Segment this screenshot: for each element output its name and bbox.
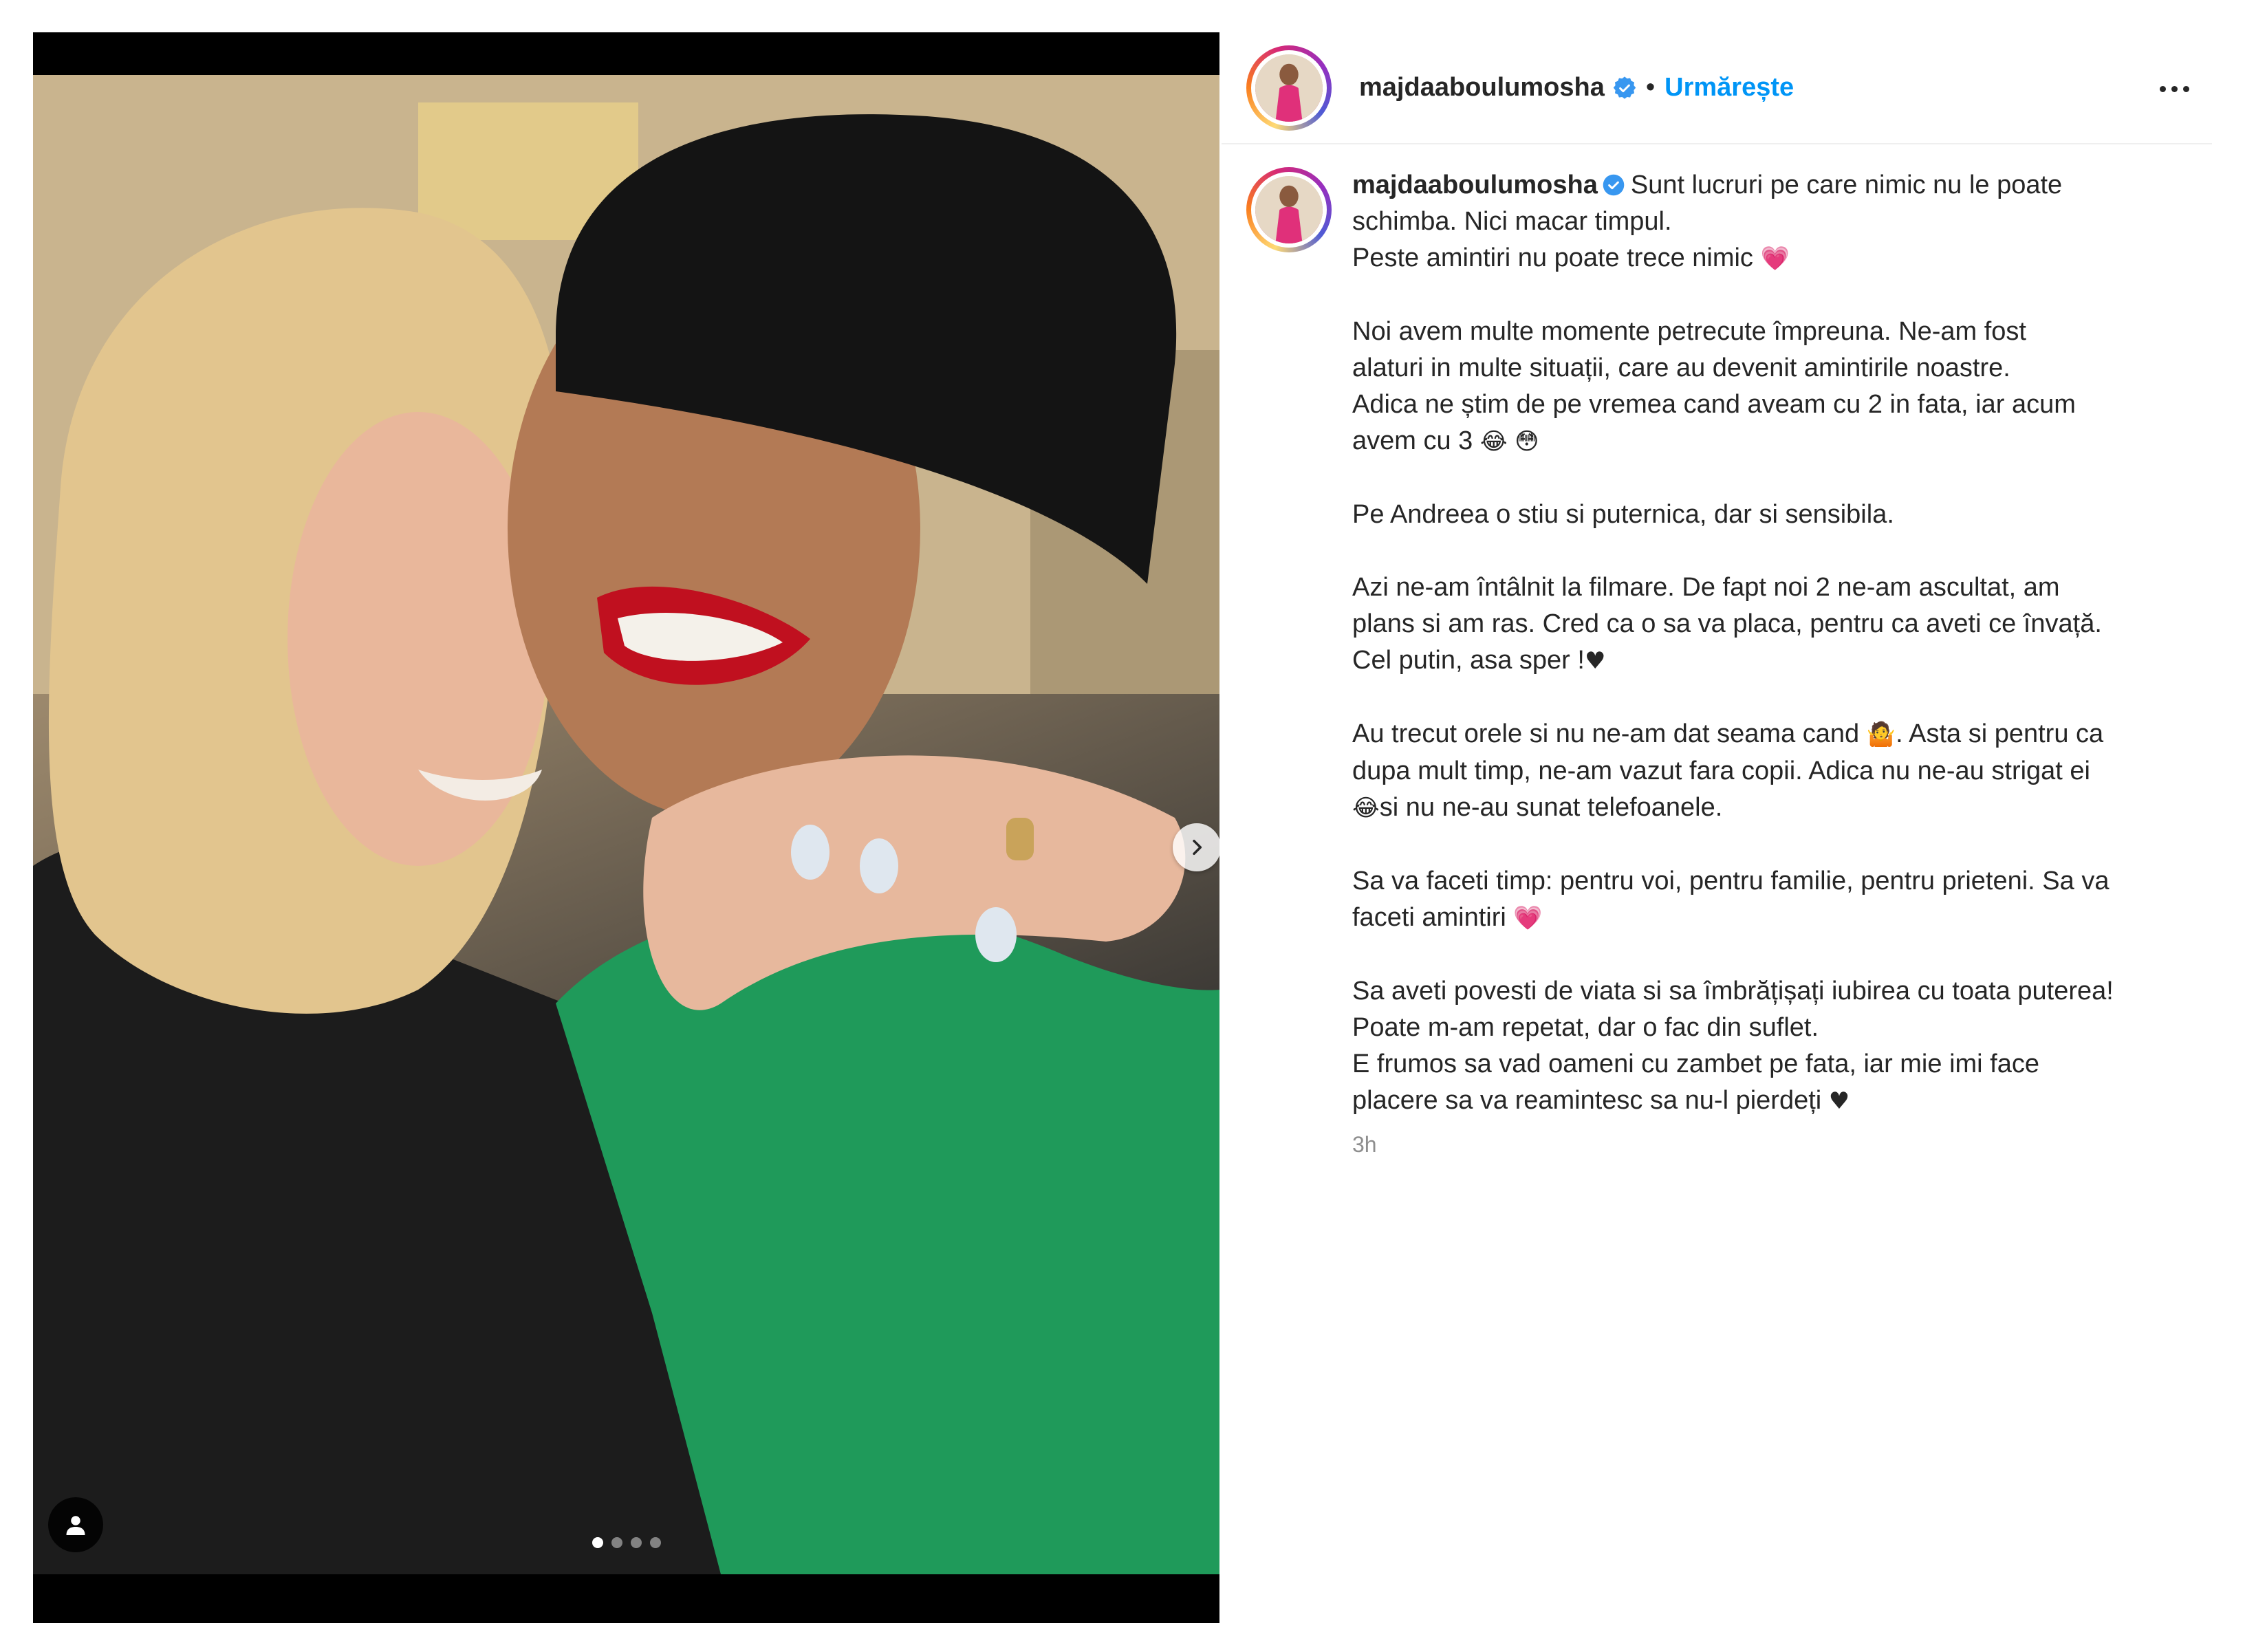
caption-line: Adica ne știm de pe vremea cand aveam cu… xyxy=(1352,390,2076,419)
avatar-image xyxy=(1255,176,1323,243)
chevron-right-icon xyxy=(1193,839,1202,856)
caption-text-span: Peste amintiri nu poate trece nimic xyxy=(1352,243,1753,272)
post-header: majdaaboulumosha • Urmărește xyxy=(1222,32,2212,144)
caption-line: alaturi in multe situații, care au deven… xyxy=(1352,354,2010,382)
post-media xyxy=(33,32,1219,1623)
caption-line: Peste amintiri nu poate trece nimic 💗 xyxy=(1352,240,2191,277)
post-timestamp[interactable]: 3h xyxy=(1352,1127,2191,1163)
more-options-icon-dot xyxy=(2171,85,2178,92)
avatar-image xyxy=(1255,54,1323,122)
photo-illustration xyxy=(33,75,1219,1574)
caption-text-span: placere sa va reamintesc sa nu-l pierdeț… xyxy=(1352,1086,1822,1115)
verified-badge-icon xyxy=(1603,174,1625,196)
caption-text-span: Au trecut orele si nu ne-am dat seama ca… xyxy=(1352,719,1860,748)
caption-username-link[interactable]: majdaaboulumosha xyxy=(1352,171,1598,199)
avatar-border xyxy=(1251,50,1327,126)
caption-line: majdaaboulumosha Sunt lucruri pe care nim… xyxy=(1352,167,2191,204)
header-username-link[interactable]: majdaaboulumosha xyxy=(1359,73,1605,102)
avatar-illustration xyxy=(1255,54,1323,122)
carousel-indicator xyxy=(33,1537,1219,1548)
verified-badge-icon xyxy=(1613,76,1636,99)
avatar-border xyxy=(1251,172,1327,248)
carousel-dot xyxy=(611,1537,622,1548)
more-options-icon xyxy=(2159,85,2166,92)
caption: majdaaboulumosha Sunt lucruri pe care nim… xyxy=(1246,167,2195,1163)
avatar-illustration xyxy=(1255,176,1323,243)
flushed-emoji: 😳 xyxy=(1515,428,1539,455)
caption-line: dupa mult timp, ne-am vazut fara copii. … xyxy=(1352,757,2090,785)
black-heart-emoji: ♥ xyxy=(1828,1087,1850,1115)
caption-line: Poate m-am repetat, dar o fac din suflet… xyxy=(1352,1013,1819,1042)
more-options-icon-dot xyxy=(2182,85,2189,92)
carousel-dot xyxy=(592,1537,603,1548)
caption-line: Cel putin, asa sper !♥ xyxy=(1352,642,2191,680)
more-options-button[interactable] xyxy=(2150,68,2198,109)
caption-line: Noi avem multe momente petrecute împreun… xyxy=(1352,317,2026,346)
post-photo[interactable] xyxy=(33,75,1219,1574)
caption-text-span: . Asta si pentru ca xyxy=(1896,719,2104,748)
caption-text-span: Cel putin, asa sper ! xyxy=(1352,646,1585,675)
follow-button[interactable]: Urmărește xyxy=(1664,73,1794,102)
laughing-emoji: 😂 xyxy=(1352,794,1380,822)
caption-line: schimba. Nici macar timpul. xyxy=(1352,207,1672,236)
caption-text-span: Sunt lucruri pe care nimic nu le poate xyxy=(1630,171,2063,199)
carousel-dot xyxy=(649,1537,661,1548)
caption-text-span: avem cu 3 xyxy=(1352,426,1473,455)
caption-line: Sa aveti povesti de viata si sa îmbrățiș… xyxy=(1352,977,2114,1006)
caption-line: Sa va faceti timp: pentru voi, pentru fa… xyxy=(1352,867,2110,895)
caption-line: Au trecut orele si nu ne-am dat seama ca… xyxy=(1352,716,2191,753)
caption-avatar[interactable] xyxy=(1246,167,1332,252)
user-tag-icon xyxy=(66,1516,85,1535)
caption-text-span: faceti amintiri xyxy=(1352,903,1506,932)
carousel-next-button[interactable] xyxy=(1173,823,1219,871)
growing-heart-emoji: 💗 xyxy=(1760,245,1790,272)
caption-text: majdaaboulumosha Sunt lucruri pe care nim… xyxy=(1352,167,2191,1163)
caption-line: Pe Andreea o stiu si puternica, dar si s… xyxy=(1352,500,1894,529)
caption-line: plans si am ras. Cred ca o sa va placa, … xyxy=(1352,609,2102,638)
caption-line: E frumos sa vad oameni cu zambet pe fata… xyxy=(1352,1050,2039,1078)
post-details-panel: majdaaboulumosha • Urmărește majdaaboulu… xyxy=(1222,32,2212,1623)
growing-heart-emoji: 💗 xyxy=(1513,904,1543,932)
black-heart-emoji: ♥ xyxy=(1584,647,1606,675)
separator-dot: • xyxy=(1645,73,1656,102)
caption-line: faceti amintiri 💗 xyxy=(1352,900,2191,937)
shrug-emoji: 🤷 xyxy=(1866,721,1896,748)
caption-line: 😂si nu ne-au sunat telefoanele. xyxy=(1352,790,2191,827)
laughing-emoji: 😂 xyxy=(1479,428,1508,455)
caption-line: avem cu 3 😂 😳 xyxy=(1352,423,2191,460)
caption-line: placere sa va reamintesc sa nu-l pierdeț… xyxy=(1352,1083,2191,1120)
caption-text-span: si nu ne-au sunat telefoanele. xyxy=(1379,793,1723,822)
caption-line: Azi ne-am întâlnit la filmare. De fapt n… xyxy=(1352,573,2060,602)
carousel-dot xyxy=(630,1537,642,1548)
avatar[interactable] xyxy=(1246,45,1332,131)
